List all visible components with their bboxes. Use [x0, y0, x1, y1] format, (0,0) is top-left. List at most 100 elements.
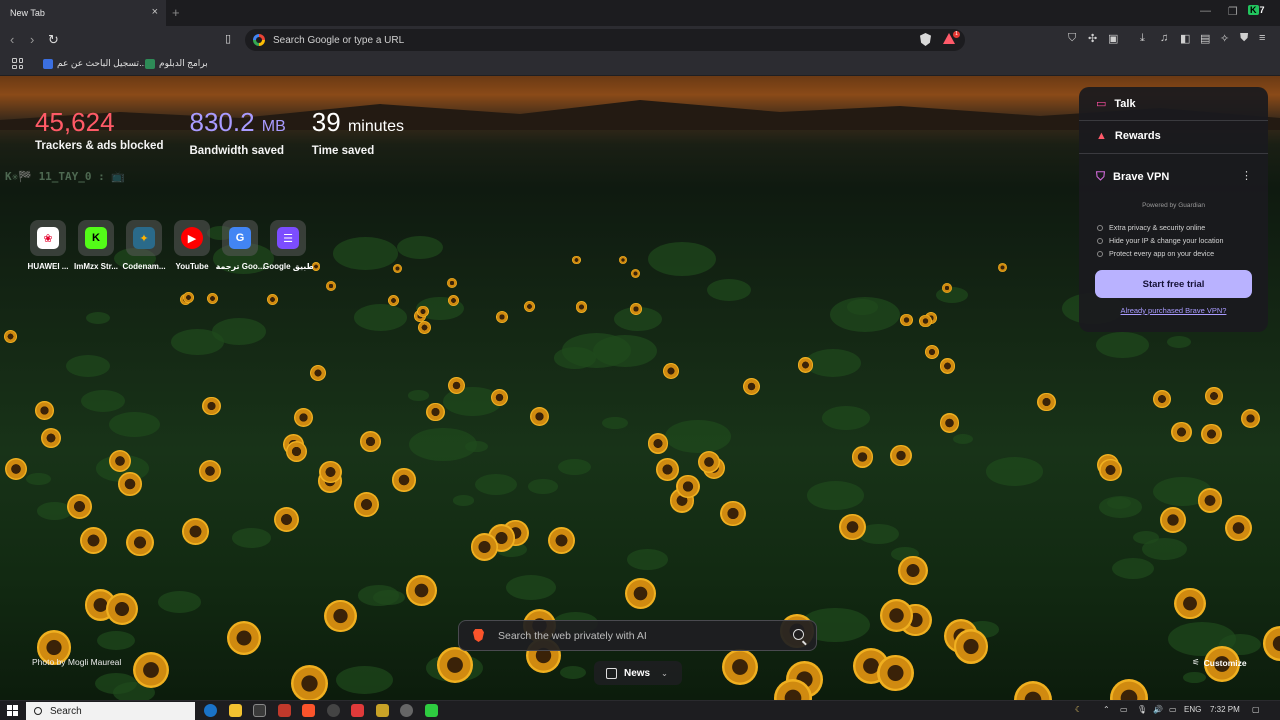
app-icon[interactable]: [425, 704, 438, 717]
sidebar-icon[interactable]: ◧: [1180, 32, 1190, 45]
app-icon[interactable]: [351, 704, 364, 717]
back-icon[interactable]: ‹: [10, 32, 14, 47]
top-site-google-translate[interactable]: G ترجمة Goo...: [216, 220, 264, 271]
bookmark-favicon: [43, 58, 53, 69]
leaf: [553, 347, 597, 369]
top-site-huawei[interactable]: ❀ HUAWEI ...: [24, 220, 72, 271]
vpn-menu-icon[interactable]: ⋮: [1241, 169, 1252, 182]
time-label: Time saved: [311, 145, 375, 157]
bookmark-item-1[interactable]: تسجيل الباحث عن عم...: [43, 58, 147, 69]
download-icon[interactable]: ⤓: [1140, 32, 1145, 45]
night-mode-icon[interactable]: ☾: [1075, 705, 1082, 714]
widgets-panel: ▭ Talk ▲ Rewards ⛉ Brave VPN ⋮ Powered b…: [1079, 87, 1268, 332]
top-site-kick[interactable]: K ImMzx Str...: [72, 220, 120, 271]
notifications-icon[interactable]: ▢: [1252, 705, 1260, 714]
forward-icon[interactable]: ›: [30, 32, 34, 47]
tab-new-tab[interactable]: New Tab ×: [0, 0, 166, 26]
restore-button[interactable]: ❐: [1228, 5, 1238, 18]
sunflower: [417, 320, 431, 334]
bandwidth-unit: MB: [261, 118, 286, 135]
sunflower: [1171, 422, 1192, 443]
start-free-trial-button[interactable]: Start free trial: [1095, 270, 1252, 298]
leaf: [1099, 496, 1142, 518]
battery-icon[interactable]: ▭: [1169, 705, 1177, 714]
rewards-label: Rewards: [1114, 130, 1161, 142]
leaf: [464, 440, 488, 453]
sunflower: [1152, 390, 1171, 409]
rewards-notification-badge: 1: [953, 31, 960, 38]
talk-widget[interactable]: ▭ Talk: [1096, 97, 1136, 111]
search-icon[interactable]: [793, 629, 804, 640]
k7-extension-badge[interactable]: K 7: [1248, 3, 1270, 17]
top-site-youtube[interactable]: ▶ YouTube: [168, 220, 216, 271]
cast-icon[interactable]: ▣: [1108, 32, 1118, 45]
sunflower: [919, 314, 932, 328]
customize-button[interactable]: ⚟ Customize: [1192, 657, 1247, 668]
show-hidden-icons[interactable]: ⌃: [1103, 705, 1110, 714]
reload-icon[interactable]: ↻: [48, 32, 59, 48]
leaf: [1142, 537, 1187, 561]
sunflower: [118, 472, 142, 496]
news-button[interactable]: News ⌄: [594, 661, 682, 685]
shield-check-icon[interactable]: ⛊: [1240, 32, 1248, 45]
device-icon[interactable]: ▭: [1120, 705, 1128, 714]
sunflower: [1110, 678, 1149, 700]
volume-icon[interactable]: 🔊: [1153, 705, 1163, 714]
brave-stats: 45,624 Trackers & ads blocked 830.2 MB B…: [35, 107, 404, 157]
site-tile: G: [222, 220, 258, 256]
apps-grid-icon[interactable]: [12, 58, 23, 69]
extensions-icon[interactable]: ✣: [1088, 32, 1097, 45]
edge-icon[interactable]: [204, 704, 217, 717]
top-site-google-apps[interactable]: ☰ Google تطبيق: [263, 220, 313, 271]
rewards-widget[interactable]: ▲ Rewards: [1096, 130, 1161, 142]
vpn-feature: Extra privacy & security online: [1097, 223, 1205, 232]
wallet-icon[interactable]: ▤: [1200, 32, 1210, 45]
top-sites: ❀ HUAWEI ... K ImMzx Str... ✦ Codenam...…: [24, 220, 313, 271]
vpn-icon[interactable]: ⛉: [1068, 32, 1076, 45]
taskbar-search[interactable]: Search: [26, 702, 195, 720]
sunflower: [1160, 506, 1187, 533]
sunflower: [490, 388, 509, 407]
top-site-codename[interactable]: ✦ Codenam...: [120, 220, 168, 271]
windows-start-icon[interactable]: [7, 705, 18, 716]
microphone-icon[interactable]: 🎙: [1137, 705, 1147, 714]
vpn-feature: Protect every app on your device: [1097, 249, 1214, 258]
store-icon[interactable]: [253, 704, 266, 717]
site-name: Google تطبيق: [263, 262, 313, 271]
sunflower: [182, 291, 194, 303]
brave-rewards-icon[interactable]: 1: [943, 31, 960, 46]
sunflower: [3, 329, 18, 344]
sunflower: [743, 377, 761, 395]
file-explorer-icon[interactable]: [229, 704, 242, 717]
new-tab-button[interactable]: +: [172, 5, 180, 20]
media-icon[interactable]: ♫: [1160, 32, 1168, 44]
news-app-icon[interactable]: [278, 704, 291, 717]
photo-credit[interactable]: Photo by Mogli Maureal: [32, 657, 121, 667]
brave-taskbar-icon[interactable]: [302, 704, 315, 717]
sunflower: [880, 599, 913, 632]
clock[interactable]: 7:32 PM: [1210, 705, 1240, 714]
app-icon[interactable]: [376, 704, 389, 717]
brave-shields-icon[interactable]: [920, 33, 931, 46]
bookmark-icon[interactable]: ▯: [225, 32, 231, 45]
minimize-button[interactable]: —: [1200, 5, 1211, 17]
app-icon[interactable]: [327, 704, 340, 717]
bookmark-item-2[interactable]: برامج الدبلوم: [145, 58, 208, 69]
already-purchased-link[interactable]: Already purchased Brave VPN?: [1079, 306, 1268, 315]
leo-ai-icon[interactable]: ✧: [1220, 32, 1229, 45]
ai-search-box[interactable]: Search the web privately with AI: [458, 620, 817, 651]
address-bar[interactable]: Search Google or type a URL 1: [245, 29, 965, 51]
sunflower: [406, 574, 438, 606]
rewards-triangle-icon: ▲: [1096, 130, 1107, 142]
app-icon[interactable]: [400, 704, 413, 717]
sunflower: [624, 578, 656, 610]
sunflower: [529, 407, 549, 427]
sunflower: [182, 518, 209, 545]
menu-icon[interactable]: ≡: [1259, 32, 1265, 44]
sunflower: [697, 450, 720, 473]
tab-close-icon[interactable]: ×: [152, 6, 158, 18]
leaf: [407, 390, 429, 402]
input-language[interactable]: ENG: [1184, 705, 1201, 714]
leaf: [1167, 335, 1192, 348]
sunflower: [941, 282, 953, 293]
